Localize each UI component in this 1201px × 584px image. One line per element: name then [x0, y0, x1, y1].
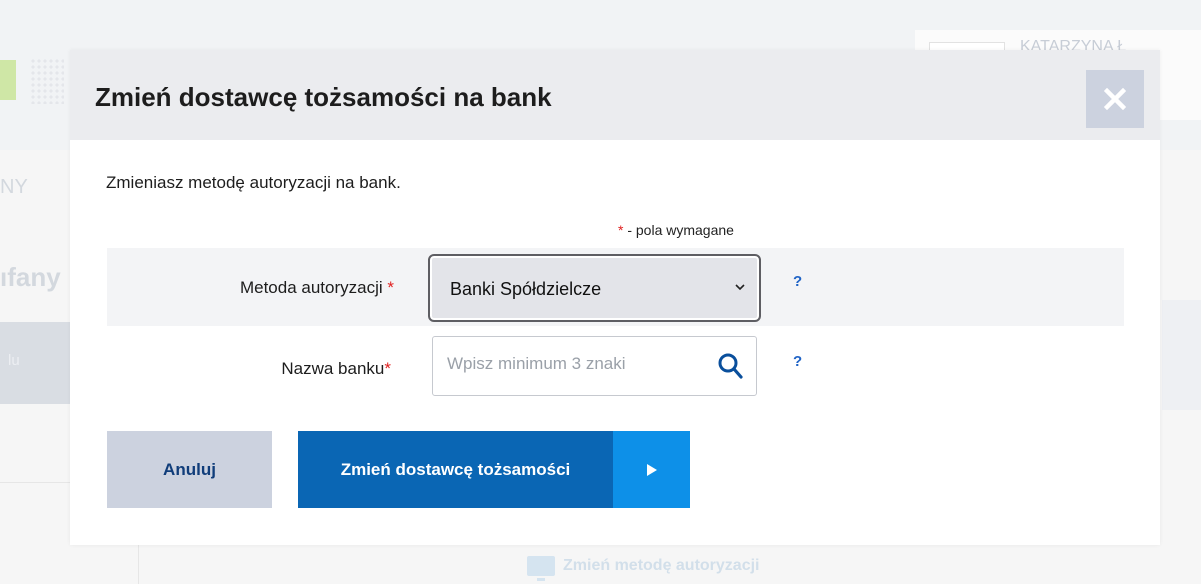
auth-method-selected-value: Banki Spółdzielcze — [450, 279, 602, 299]
logo-dots-shape — [30, 58, 64, 104]
background-vertical-divider — [138, 545, 139, 584]
background-sidebar-fragment: lu — [8, 352, 20, 369]
background-heading-fragment: ıfany — [0, 262, 61, 292]
change-provider-button[interactable]: Zmień dostawcę tożsamości — [298, 431, 690, 508]
auth-method-label: Metoda autoryzacji * — [240, 278, 394, 298]
dialog-title: Zmień dostawcę tożsamości na bank — [95, 82, 552, 112]
background-tab-fragment: NY — [0, 176, 28, 198]
play-arrow-icon — [613, 431, 690, 508]
bank-name-help-link[interactable]: ? — [793, 353, 802, 370]
required-note-text: - pola wymagane — [623, 222, 734, 238]
change-identity-provider-dialog: Zmień dostawcę tożsamości na bank Zmieni… — [70, 50, 1160, 545]
auth-method-select[interactable]: Banki Spółdzielcze — [428, 254, 761, 322]
change-provider-button-label: Zmień dostawcę tożsamości — [340, 460, 571, 479]
dialog-header: Zmień dostawcę tożsamości na bank — [70, 50, 1160, 140]
monitor-icon — [527, 556, 555, 581]
bank-name-label: Nazwa banku* — [107, 359, 391, 379]
close-button[interactable] — [1086, 70, 1144, 128]
auth-method-help-link[interactable]: ? — [793, 273, 802, 290]
auth-method-required-star: * — [387, 278, 394, 297]
auth-method-label-text: Metoda autoryzacji — [239, 278, 388, 297]
logo-leaf-shape — [0, 60, 16, 100]
background-logo — [0, 52, 70, 110]
background-right-box — [1162, 300, 1201, 410]
bank-name-label-text: Nazwa banku — [281, 359, 385, 378]
bank-name-field — [432, 336, 757, 396]
background-sidebar-item: lu — [0, 322, 70, 404]
bank-name-input[interactable] — [447, 354, 687, 374]
background-change-auth-label: Zmień metodę autoryzacji — [563, 557, 760, 574]
chevron-down-icon — [735, 284, 745, 291]
background-change-auth-link: Zmień metodę autoryzacji — [527, 556, 760, 581]
cancel-button[interactable]: Anuluj — [107, 431, 272, 508]
search-icon[interactable] — [717, 352, 743, 380]
bank-name-required-star: * — [384, 359, 391, 378]
required-fields-note: * - pola wymagane — [618, 222, 734, 238]
dialog-description: Zmieniasz metodę autoryzacji na bank. — [106, 173, 401, 192]
close-icon — [1104, 88, 1126, 110]
